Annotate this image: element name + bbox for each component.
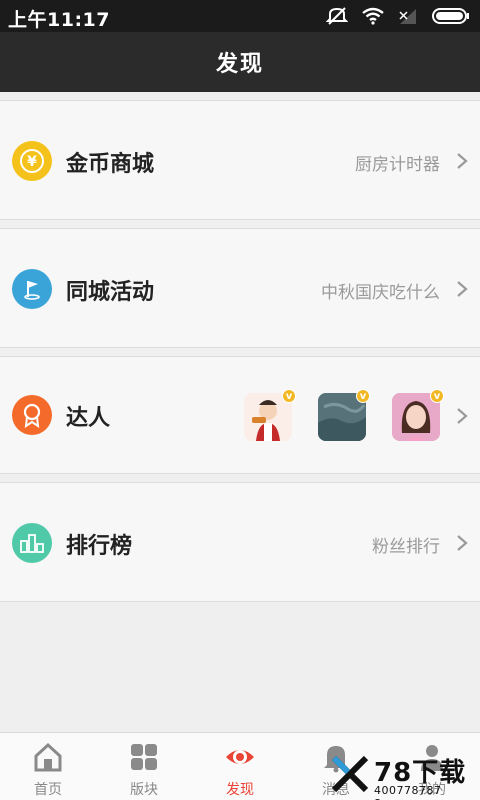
tab-discover[interactable]: 发现 [192,733,288,800]
status-bar: 上午11:17 [0,0,480,32]
wifi-icon [362,7,384,25]
row-subtitle: 厨房计时器 [355,155,440,175]
status-time: 上午11:17 [8,9,110,31]
medal-icon [12,395,52,435]
chevron-right-icon [457,281,468,297]
row-local-events[interactable]: 同城活动 中秋国庆吃什么 [0,228,480,348]
tab-sections[interactable]: 版块 [96,733,192,800]
chevron-right-icon [457,408,468,424]
page-title: 发现 [215,52,264,77]
verified-badge: v [282,389,296,403]
row-label: 金币商城 [66,152,155,177]
svg-text:¥: ¥ [27,154,37,170]
row-coin-mall[interactable]: ¥ 金币商城 厨房计时器 [0,100,480,220]
row-label: 排行榜 [66,534,133,559]
signal-icon [399,9,416,24]
rank-icon [12,523,52,563]
tab-home[interactable]: 首页 [0,733,96,800]
tab-label: 发现 [226,782,254,798]
header: 发现 [0,32,480,92]
verified-badge: v [356,389,370,403]
tab-label: 版块 [130,782,158,798]
tab-label: 首页 [34,782,62,798]
mute-icon [326,7,348,25]
chevron-right-icon [457,535,468,551]
row-experts[interactable]: 达人 v v v [0,356,480,474]
row-label: 达人 [66,406,111,431]
coin-icon: ¥ [12,141,52,181]
eye-icon [226,750,254,764]
watermark-logo-icon [331,755,369,793]
row-label: 同城活动 [66,280,155,305]
row-rankings[interactable]: 排行榜 粉丝排行 [0,482,480,602]
chevron-right-icon [457,153,468,169]
flag-icon [12,269,52,309]
battery-icon [432,8,469,24]
home-icon [34,742,62,772]
watermark: 78下载 400778787 8.com [330,752,476,800]
watermark-url: 400778787 8.com [374,784,442,800]
status-icons [326,6,470,26]
verified-badge: v [430,389,444,403]
row-subtitle: 粉丝排行 [372,537,440,557]
row-subtitle: 中秋国庆吃什么 [321,283,440,303]
grid-icon [131,744,157,770]
